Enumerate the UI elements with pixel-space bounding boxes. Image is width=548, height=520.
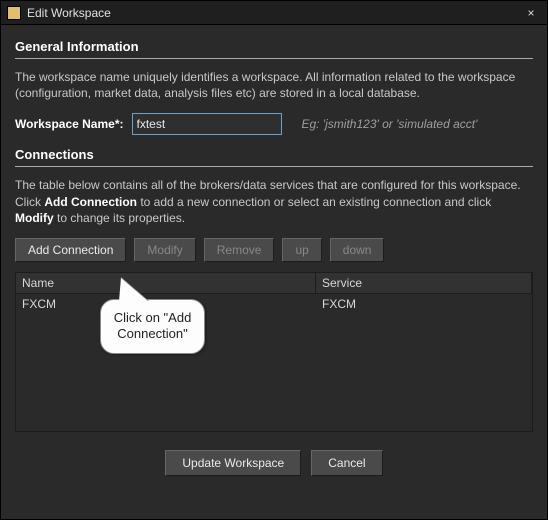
down-button[interactable]: down bbox=[330, 238, 385, 262]
divider bbox=[15, 166, 533, 167]
general-header: General Information bbox=[15, 39, 533, 54]
titlebar: Edit Workspace × bbox=[1, 1, 547, 25]
workspace-name-hint: Eg: 'jsmith123' or 'simulated acct' bbox=[302, 117, 478, 131]
app-icon bbox=[7, 6, 21, 20]
remove-button[interactable]: Remove bbox=[204, 238, 275, 262]
dialog-footer: Update Workspace Cancel bbox=[15, 450, 533, 476]
workspace-name-label: Workspace Name*: bbox=[15, 117, 124, 131]
update-workspace-button[interactable]: Update Workspace bbox=[165, 450, 301, 476]
tooltip-callout: Click on "Add Connection" bbox=[100, 299, 205, 354]
cell-service: FXCM bbox=[316, 294, 532, 314]
workspace-name-row: Workspace Name*: Eg: 'jsmith123' or 'sim… bbox=[15, 113, 533, 135]
general-description: The workspace name uniquely identifies a… bbox=[15, 69, 533, 101]
up-button[interactable]: up bbox=[282, 238, 321, 262]
divider bbox=[15, 58, 533, 59]
table-row[interactable]: FXCM FXCM bbox=[16, 294, 532, 314]
connections-toolbar: Add Connection Modify Remove up down bbox=[15, 238, 533, 262]
connections-header: Connections bbox=[15, 147, 533, 162]
connections-description: The table below contains all of the brok… bbox=[15, 177, 533, 226]
col-name[interactable]: Name bbox=[16, 273, 316, 293]
window-title: Edit Workspace bbox=[27, 6, 111, 20]
workspace-name-input[interactable] bbox=[132, 113, 282, 135]
close-icon[interactable]: × bbox=[521, 5, 541, 21]
cancel-button[interactable]: Cancel bbox=[311, 450, 382, 476]
dialog-content: General Information The workspace name u… bbox=[1, 25, 547, 486]
table-header: Name Service bbox=[16, 273, 532, 294]
connections-table: Name Service FXCM FXCM bbox=[15, 272, 533, 432]
col-service[interactable]: Service bbox=[316, 273, 532, 293]
add-connection-button[interactable]: Add Connection bbox=[15, 238, 126, 262]
modify-button[interactable]: Modify bbox=[134, 238, 195, 262]
